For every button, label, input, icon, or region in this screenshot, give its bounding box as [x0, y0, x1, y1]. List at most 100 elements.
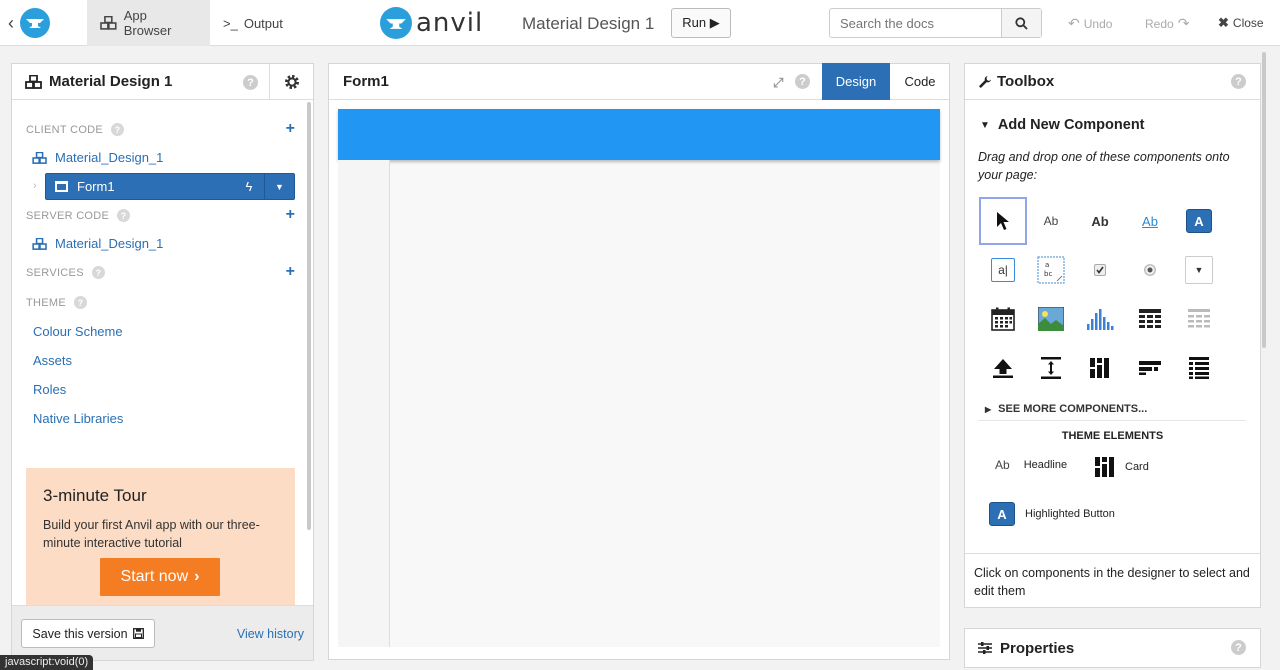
plot-component[interactable]: [1082, 301, 1118, 337]
textbox-component[interactable]: a|: [985, 252, 1021, 288]
app-browser-header: Material Design 1 ?: [12, 64, 313, 100]
add-service-button[interactable]: +: [286, 263, 295, 281]
toolbox-header: Toolbox ?: [965, 64, 1260, 100]
button-component[interactable]: A: [1181, 203, 1217, 239]
tab-code[interactable]: Code: [890, 63, 950, 100]
close-button[interactable]: ✖ Close: [1218, 15, 1264, 31]
spacer-icon: [1041, 357, 1061, 379]
date-picker-component[interactable]: [985, 301, 1021, 337]
file-loader-component[interactable]: [985, 350, 1021, 386]
label-component[interactable]: Ab: [1033, 203, 1069, 239]
dropdown-component[interactable]: ▼: [1181, 252, 1217, 288]
help-icon[interactable]: ?: [117, 209, 131, 222]
tour-title: 3-minute Tour: [43, 486, 147, 505]
chevron-right-icon[interactable]: ›: [33, 180, 37, 192]
help-icon[interactable]: ?: [74, 296, 87, 309]
search-button[interactable]: [1001, 9, 1041, 37]
server-module-label: Material_Design_1: [55, 236, 164, 251]
module-icon: [32, 151, 47, 164]
left-scrollbar[interactable]: [307, 102, 311, 530]
highlighted-button-glyph: A: [989, 502, 1015, 526]
flow-panel-component[interactable]: [1132, 350, 1168, 386]
add-client-code-button[interactable]: +: [286, 120, 295, 138]
form-canvas[interactable]: [338, 109, 940, 647]
lightning-icon[interactable]: ϟ: [234, 179, 264, 194]
theme-assets-link[interactable]: Assets: [33, 353, 72, 368]
chevron-down-icon[interactable]: ▼: [264, 174, 294, 199]
close-label: Close: [1232, 16, 1264, 30]
theme-headline-component[interactable]: Ab Headline: [995, 458, 1067, 472]
run-button[interactable]: Run ▶: [671, 8, 731, 38]
tab-app-browser[interactable]: App Browser: [87, 0, 210, 46]
anvil-brand: anvil: [380, 6, 483, 40]
add-new-component-toggle[interactable]: ▼ Add New Component: [980, 117, 1145, 133]
column-panel-component[interactable]: [1082, 350, 1118, 386]
expand-icon[interactable]: ⤢: [773, 75, 783, 91]
bar-chart-icon: [1087, 309, 1114, 330]
properties-title: Properties: [1000, 639, 1075, 657]
bold-label-component[interactable]: Ab: [1082, 203, 1118, 239]
image-component[interactable]: [1033, 301, 1069, 337]
docs-search-input[interactable]: [830, 9, 1001, 37]
form-sidebar-slot[interactable]: [338, 160, 390, 647]
theme-colour-scheme-link[interactable]: Colour Scheme: [33, 324, 123, 339]
server-module-item[interactable]: Material_Design_1: [32, 236, 163, 251]
form-designer-title: Form1: [343, 73, 389, 90]
see-more-components-toggle[interactable]: ▶ SEE MORE COMPONENTS...: [985, 403, 1147, 415]
anvil-logo-icon: [20, 8, 50, 38]
wrench-icon: [979, 75, 991, 88]
linear-panel-component[interactable]: [1181, 350, 1217, 386]
toolbox-footer-hint: Click on components in the designer to s…: [965, 553, 1260, 607]
data-grid-component[interactable]: [1132, 301, 1168, 337]
textbox-icon: a|: [991, 258, 1015, 282]
undo-button[interactable]: ↶ Undo: [1068, 15, 1112, 32]
client-code-section: CLIENT CODE ?: [26, 123, 125, 136]
upload-icon: [993, 359, 1013, 378]
help-icon[interactable]: ?: [1231, 640, 1246, 655]
undo-icon: ↶: [1068, 15, 1080, 31]
theme-highlighted-button-component[interactable]: A Highlighted Button: [989, 502, 1115, 526]
tour-text: Build your first Anvil app with our thre…: [43, 518, 260, 550]
theme-roles-link[interactable]: Roles: [33, 382, 66, 397]
theme-native-libraries-link[interactable]: Native Libraries: [33, 411, 123, 426]
help-icon[interactable]: ?: [243, 75, 258, 90]
theme-card-component[interactable]: Card: [1095, 457, 1149, 477]
save-version-button[interactable]: Save this version: [21, 619, 155, 648]
svg-text:bc: bc: [1044, 270, 1052, 278]
redo-button[interactable]: Redo ↷: [1145, 15, 1189, 32]
search-icon: [1015, 16, 1028, 30]
tab-output[interactable]: >_ Output: [210, 0, 296, 46]
help-icon[interactable]: ?: [795, 74, 810, 89]
radio-button-component[interactable]: [1132, 252, 1168, 288]
chevron-left-icon: ‹: [8, 12, 14, 33]
app-settings-button[interactable]: [269, 64, 313, 100]
help-icon[interactable]: ?: [1231, 74, 1246, 89]
theme-elements-title: THEME ELEMENTS: [1061, 430, 1164, 442]
cursor-arrow-icon: [997, 212, 1009, 230]
button-component-glyph: A: [1186, 209, 1212, 233]
form-app-bar[interactable]: [338, 109, 940, 160]
see-more-label: SEE MORE COMPONENTS...: [998, 403, 1148, 415]
help-icon[interactable]: ?: [91, 266, 105, 279]
tab-output-label: Output: [243, 15, 283, 31]
client-module-item[interactable]: Material_Design_1: [32, 150, 163, 165]
properties-header[interactable]: Properties ?: [965, 629, 1260, 667]
form1-item[interactable]: Form1 ϟ ▼: [45, 173, 295, 200]
headline-glyph: Ab: [995, 458, 1010, 472]
link-component[interactable]: Ab: [1132, 203, 1168, 239]
repeating-panel-component[interactable]: [1181, 301, 1217, 337]
image-icon: [1038, 307, 1064, 331]
checkbox-component[interactable]: [1082, 252, 1118, 288]
back-to-apps-button[interactable]: ‹: [8, 8, 64, 38]
tab-design[interactable]: Design: [822, 63, 890, 100]
pointer-tool[interactable]: [979, 197, 1027, 245]
toolbox-scrollbar[interactable]: [1262, 52, 1266, 348]
add-server-code-button[interactable]: +: [286, 206, 295, 224]
top-bar: ‹ App Browser >_ Output anvil Material D…: [0, 0, 1280, 46]
help-icon[interactable]: ?: [111, 123, 125, 136]
module-icon: [32, 237, 47, 250]
textarea-component[interactable]: a bc: [1033, 252, 1069, 288]
spacer-component[interactable]: [1033, 350, 1069, 386]
view-history-link[interactable]: View history: [237, 627, 304, 641]
start-tour-button[interactable]: Start now ›: [100, 558, 220, 596]
